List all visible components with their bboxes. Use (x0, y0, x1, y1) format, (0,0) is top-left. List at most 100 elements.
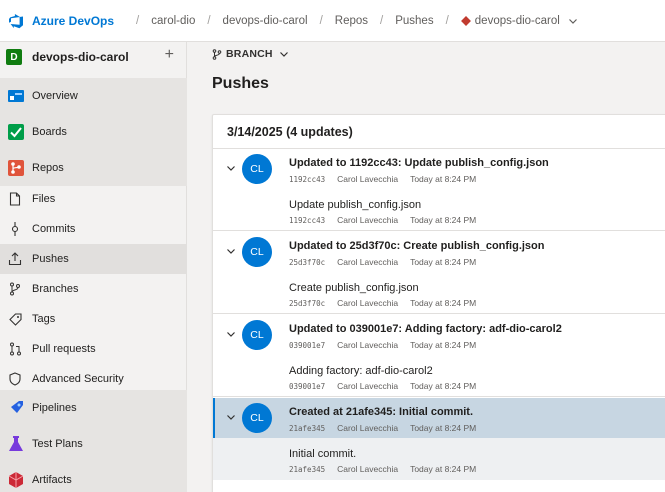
branch-filter[interactable]: BRANCH (212, 48, 293, 60)
author-name: Carol Lavecchia (337, 340, 399, 350)
project-avatar: D (6, 49, 22, 65)
author-name: Carol Lavecchia (337, 215, 399, 225)
sidebar-item-boards[interactable]: Boards (0, 114, 187, 150)
sidebar-item-label: Tags (32, 313, 56, 325)
sidebar-item-label: Pipelines (32, 402, 77, 414)
main-content: BRANCH Pushes 3/14/2025 (4 updates) CL U… (187, 42, 665, 492)
pipelines-icon (6, 398, 26, 418)
file-icon (8, 192, 22, 206)
branch-icon (212, 48, 222, 60)
sidebar-item-pipelines[interactable]: Pipelines (0, 390, 187, 426)
commit-meta: 21afe345 Carol Lavecchia Today at 8:24 PM (289, 464, 476, 474)
commit-title: Create publish_config.json (289, 282, 419, 294)
author-name: Carol Lavecchia (337, 257, 399, 267)
commit-time: Today at 8:24 PM (410, 215, 477, 225)
author-name: Carol Lavecchia (337, 381, 399, 391)
date-group-header: 3/14/2025 (4 updates) (213, 115, 665, 149)
breadcrumb-repos[interactable]: Repos (335, 15, 368, 27)
test-plans-icon (6, 434, 26, 454)
pushes-card: 3/14/2025 (4 updates) CL Updated to 1192… (212, 114, 665, 492)
push-meta: 21afe345 Carol Lavecchia Today at 8:24 PM (289, 423, 476, 433)
push-item-selected: CL Created at 21afe345: Initial commit. … (213, 398, 665, 480)
sidebar-item-label: Advanced Security (32, 373, 124, 385)
chevron-down-icon[interactable] (226, 329, 236, 339)
brand-name[interactable]: Azure DevOps (32, 14, 114, 28)
sidebar-item-files[interactable]: Files (0, 184, 187, 214)
commit-row[interactable]: Adding factory: adf-dio-carol2 039001e7 C… (213, 355, 665, 397)
commit-row[interactable]: Update publish_config.json 1192cc43 Carol… (213, 189, 665, 231)
push-icon (8, 252, 22, 266)
sidebar-item-branches[interactable]: Branches (0, 274, 187, 304)
push-item: CL Updated to 25d3f70c: Create publish_c… (213, 232, 665, 314)
push-row[interactable]: CL Updated to 1192cc43: Update publish_c… (213, 149, 665, 189)
sidebar-item-label: Files (32, 193, 56, 205)
tag-icon (8, 312, 22, 326)
sidebar-item-label: Artifacts (32, 474, 72, 486)
breadcrumb-organization[interactable]: carol-dio (151, 15, 195, 27)
avatar: CL (242, 237, 272, 267)
chevron-down-icon[interactable] (568, 16, 578, 26)
sidebar-item-pull-requests[interactable]: Pull requests (0, 334, 187, 364)
sidebar-item-label: Repos (32, 162, 64, 174)
breadcrumb-project[interactable]: devops-dio-carol (223, 15, 308, 27)
commit-title: Update publish_config.json (289, 199, 422, 211)
sidebar-item-label: Commits (32, 223, 76, 235)
sidebar-item-tags[interactable]: Tags (0, 304, 187, 334)
boards-icon (6, 122, 26, 142)
commit-meta: 1192cc43 Carol Lavecchia Today at 8:24 PM (289, 215, 476, 225)
push-row[interactable]: CL Updated to 25d3f70c: Create publish_c… (213, 232, 665, 272)
chevron-down-icon (279, 52, 288, 57)
commit-hash[interactable]: 21afe345 (289, 424, 325, 433)
add-icon[interactable]: + (165, 46, 174, 64)
commit-row[interactable]: Initial commit. 21afe345 Carol Lavecchia T… (213, 438, 665, 480)
avatar: CL (242, 320, 272, 350)
branch-icon (8, 282, 22, 296)
commit-hash[interactable]: 21afe345 (289, 465, 325, 474)
commit-hash[interactable]: 039001e7 (289, 341, 325, 350)
push-row[interactable]: CL Updated to 039001e7: Adding factory: … (213, 315, 665, 355)
author-name: Carol Lavecchia (337, 298, 399, 308)
sidebar-item-commits[interactable]: Commits (0, 214, 187, 244)
sidebar-item-overview[interactable]: Overview (0, 78, 187, 114)
sidebar-item-repos[interactable]: Repos (0, 150, 187, 186)
sidebar: D devops-dio-carol + Overview Boards Rep… (0, 42, 187, 492)
sidebar-item-pushes[interactable]: Pushes (0, 244, 187, 274)
sidebar-item-test-plans[interactable]: Test Plans (0, 426, 187, 462)
sidebar-item-label: Test Plans (32, 438, 83, 450)
push-row[interactable]: CL Created at 21afe345: Initial commit. … (213, 398, 665, 438)
push-item: CL Updated to 1192cc43: Update publish_c… (213, 149, 665, 231)
breadcrumb-pushes[interactable]: Pushes (395, 15, 433, 27)
commit-time: Today at 8:24 PM (410, 298, 477, 308)
commit-hash[interactable]: 25d3f70c (289, 299, 325, 308)
push-title: Updated to 1192cc43: Update publish_conf… (289, 157, 549, 169)
overview-icon (6, 86, 26, 106)
commit-hash[interactable]: 039001e7 (289, 382, 325, 391)
page-title: Pushes (212, 75, 269, 92)
commit-hash[interactable]: 25d3f70c (289, 258, 325, 267)
breadcrumb-separator: / (207, 14, 211, 27)
push-title: Created at 21afe345: Initial commit. (289, 406, 474, 418)
breadcrumb-separator: / (380, 14, 384, 27)
chevron-down-icon[interactable] (226, 163, 236, 173)
commit-title: Adding factory: adf-dio-carol2 (289, 365, 433, 377)
breadcrumb-separator: / (319, 14, 323, 27)
breadcrumb-repository[interactable]: devops-dio-carol (475, 15, 560, 27)
project-header[interactable]: D devops-dio-carol + (0, 42, 186, 72)
commit-hash[interactable]: 1192cc43 (289, 175, 325, 184)
commit-hash[interactable]: 1192cc43 (289, 216, 325, 225)
chevron-down-icon[interactable] (226, 412, 236, 422)
pull-request-icon (8, 342, 22, 356)
commit-meta: 039001e7 Carol Lavecchia Today at 8:24 PM (289, 381, 476, 391)
author-name: Carol Lavecchia (337, 174, 399, 184)
push-title: Updated to 039001e7: Adding factory: adf… (289, 323, 562, 335)
commit-icon (8, 222, 22, 236)
sidebar-item-artifacts[interactable]: Artifacts (0, 462, 187, 492)
push-title: Updated to 25d3f70c: Create publish_conf… (289, 240, 545, 252)
top-bar: Azure DevOps / carol-dio / devops-dio-ca… (0, 0, 665, 42)
commit-row[interactable]: Create publish_config.json 25d3f70c Carol… (213, 272, 665, 314)
breadcrumb-separator: / (136, 14, 140, 27)
push-time: Today at 8:24 PM (410, 423, 477, 433)
breadcrumb-separator: / (445, 14, 449, 27)
azure-devops-logo-icon[interactable] (8, 13, 24, 29)
chevron-down-icon[interactable] (226, 246, 236, 256)
